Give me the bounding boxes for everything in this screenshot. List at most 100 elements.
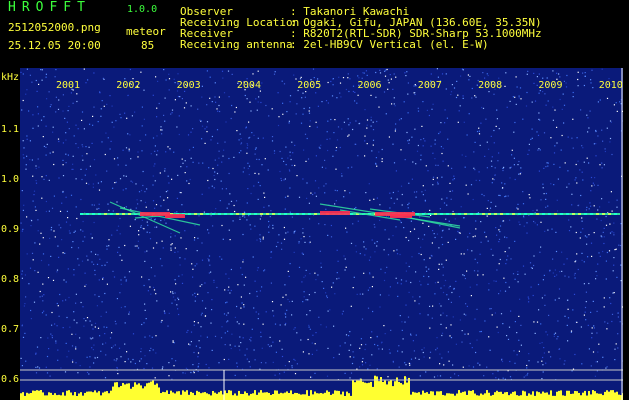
noise-dot <box>501 358 503 360</box>
histogram-bar <box>478 395 480 400</box>
noise-dot <box>441 236 443 238</box>
noise-dot <box>605 260 607 262</box>
noise-dot <box>405 75 407 77</box>
noise-dot <box>423 138 425 140</box>
noise-dot <box>564 162 566 164</box>
noise-dot <box>277 124 280 127</box>
histogram-bar <box>612 390 614 400</box>
histogram-bar <box>176 391 178 400</box>
noise-dot <box>269 336 271 338</box>
noise-dot <box>393 103 395 105</box>
noise-dot <box>502 220 504 222</box>
noise-dot <box>124 306 126 308</box>
noise-dot <box>85 284 87 286</box>
noise-dot <box>582 179 584 181</box>
noise-dot <box>610 191 612 193</box>
noise-dot <box>234 111 236 113</box>
noise-dot <box>543 193 545 195</box>
noise-dot <box>260 101 262 104</box>
noise-dot <box>41 295 43 297</box>
noise-dot <box>517 164 519 166</box>
noise-dot <box>596 275 598 277</box>
noise-dot <box>109 95 111 97</box>
histogram-bar <box>226 393 228 400</box>
noise-dot <box>289 151 291 153</box>
noise-dot <box>362 72 364 74</box>
noise-dot <box>293 232 295 234</box>
histogram-bar <box>434 395 436 400</box>
noise-dot <box>75 333 77 335</box>
noise-dot <box>111 121 113 123</box>
noise-dot <box>64 117 66 119</box>
carrier-segment <box>470 213 473 215</box>
noise-dot <box>264 196 266 198</box>
noise-dot <box>580 109 582 111</box>
noise-dot <box>348 90 350 93</box>
noise-dot <box>452 210 454 213</box>
histogram-bar <box>348 393 350 400</box>
carrier-segment <box>500 213 503 215</box>
noise-dot <box>208 187 210 189</box>
noise-dot <box>522 203 525 205</box>
histogram-bar <box>286 391 288 400</box>
noise-dot <box>379 72 382 74</box>
noise-dot <box>134 362 136 365</box>
noise-dot <box>611 313 614 315</box>
noise-dot <box>234 210 236 213</box>
noise-dot <box>279 340 281 342</box>
noise-dot <box>197 293 199 295</box>
noise-dot <box>538 148 540 150</box>
noise-dot <box>84 285 86 287</box>
noise-dot <box>260 362 262 364</box>
noise-dot <box>493 179 495 181</box>
noise-dot <box>278 116 280 118</box>
noise-dot <box>109 148 111 150</box>
noise-dot <box>208 167 210 169</box>
noise-dot <box>593 325 595 327</box>
noise-dot <box>484 320 486 322</box>
noise-dot <box>609 137 612 140</box>
noise-dot <box>106 283 108 285</box>
noise-dot <box>267 169 269 171</box>
noise-dot <box>254 225 256 227</box>
noise-dot <box>303 276 305 278</box>
noise-dot <box>501 360 504 363</box>
noise-dot <box>441 243 444 246</box>
noise-dot <box>404 72 406 74</box>
noise-dot <box>263 206 265 208</box>
noise-dot <box>359 366 361 368</box>
noise-dot <box>75 124 77 126</box>
noise-dot <box>415 334 417 336</box>
noise-dot <box>325 208 327 210</box>
noise-dot <box>152 349 154 351</box>
noise-dot <box>436 177 438 179</box>
noise-dot <box>333 325 335 327</box>
noise-dot <box>347 77 349 79</box>
noise-dot <box>194 265 196 267</box>
noise-dot <box>85 168 87 170</box>
noise-dot <box>174 279 176 281</box>
histogram-bar <box>106 391 108 400</box>
noise-dot <box>514 121 516 124</box>
noise-dot <box>452 364 454 366</box>
noise-dot <box>329 138 331 140</box>
noise-dot <box>545 192 547 195</box>
histogram-bar <box>454 395 456 400</box>
histogram-bar <box>314 391 316 400</box>
noise-dot <box>352 351 354 353</box>
noise-dot <box>484 155 486 157</box>
noise-dot <box>53 230 55 232</box>
noise-dot <box>359 253 361 255</box>
noise-dot <box>213 187 215 189</box>
noise-dot <box>559 358 561 360</box>
noise-dot <box>170 244 172 246</box>
noise-dot <box>105 354 107 356</box>
noise-dot <box>98 279 100 281</box>
noise-dot <box>324 192 326 194</box>
noise-dot <box>35 167 37 170</box>
noise-dot <box>441 332 444 334</box>
histogram-bar <box>90 391 92 400</box>
noise-dot <box>533 82 535 84</box>
noise-dot <box>284 208 286 210</box>
noise-dot <box>616 199 618 201</box>
